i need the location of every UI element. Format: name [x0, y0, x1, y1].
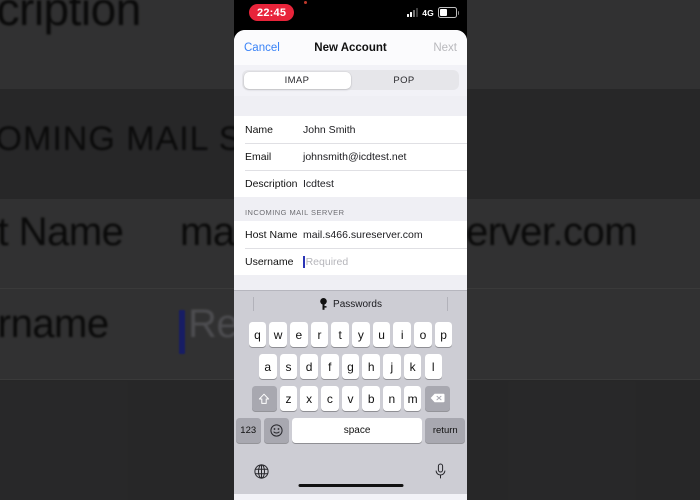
host-name-value[interactable]: mail.s466.sureserver.com — [303, 229, 423, 241]
key-g[interactable]: g — [341, 354, 360, 379]
segment-pop[interactable]: POP — [351, 72, 458, 89]
key-d[interactable]: d — [300, 354, 318, 379]
numbers-key[interactable]: 123 — [235, 418, 261, 443]
screenshot-root: scription Icd COMING MAIL SERVER st Name… — [0, 0, 700, 500]
key-v[interactable]: v — [341, 386, 360, 411]
key-q[interactable]: q — [248, 322, 267, 347]
network-type-label: 4G — [422, 7, 434, 18]
key-p[interactable]: p — [434, 322, 453, 347]
row-host-name[interactable]: Host Name mail.s466.sureserver.com — [234, 221, 467, 248]
incoming-mail-server-group: Host Name mail.s466.sureserver.com Usern… — [234, 221, 467, 275]
key-n[interactable]: n — [383, 386, 401, 411]
backspace-key[interactable] — [424, 386, 450, 411]
virtual-keyboard[interactable]: qwertyuiop asdfghjkl zxcvbnm 123 space r… — [234, 316, 467, 458]
row-email[interactable]: Email johnsmith@icdtest.net — [234, 143, 467, 170]
description-label: Description — [245, 177, 298, 190]
return-key[interactable]: return — [425, 418, 466, 443]
keyboard-bottom-bar — [234, 458, 467, 494]
description-value[interactable]: Icdtest — [303, 178, 334, 190]
key-m[interactable]: m — [403, 386, 422, 411]
key-r[interactable]: r — [310, 322, 329, 347]
page-title: New Account — [314, 41, 387, 54]
key-e[interactable]: e — [290, 322, 308, 347]
name-label: Name — [245, 123, 274, 136]
key-l[interactable]: l — [424, 354, 442, 379]
protocol-segmented-control[interactable]: IMAP POP — [242, 70, 459, 90]
row-name[interactable]: Name John Smith — [234, 116, 467, 143]
key-y[interactable]: y — [352, 322, 370, 347]
key-icon — [319, 298, 328, 310]
recording-time-pill: 22:45 — [249, 4, 295, 21]
name-value[interactable]: John Smith — [303, 124, 356, 136]
home-indicator[interactable] — [298, 483, 403, 487]
spacer-above-account-group — [234, 96, 467, 116]
space-key[interactable]: space — [292, 418, 423, 443]
microphone-icon[interactable] — [434, 463, 447, 480]
row-username[interactable]: Username Required — [234, 248, 467, 275]
key-s[interactable]: s — [279, 354, 298, 379]
username-input[interactable]: Required — [306, 256, 349, 268]
account-details-group: Name John Smith Email johnsmith@icdtest.… — [234, 116, 467, 197]
new-account-sheet: Cancel New Account Next IMAP POP Name Jo… — [234, 30, 467, 500]
key-w[interactable]: w — [269, 322, 287, 347]
key-h[interactable]: h — [362, 354, 380, 379]
key-z[interactable]: z — [279, 386, 298, 411]
key-k[interactable]: k — [403, 354, 422, 379]
camera-indicator-dot — [304, 1, 307, 4]
key-u[interactable]: u — [372, 322, 391, 347]
key-a[interactable]: a — [259, 354, 277, 379]
shift-key[interactable] — [251, 386, 277, 411]
status-bar-right: 4G — [407, 7, 459, 18]
keyboard-row-1[interactable]: qwertyuiop — [234, 322, 467, 347]
spacer-below-incoming-group — [234, 275, 467, 290]
key-t[interactable]: t — [331, 322, 349, 347]
key-o[interactable]: o — [414, 322, 432, 347]
status-bar: 22:45 4G — [234, 0, 467, 30]
email-value[interactable]: johnsmith@icdtest.net — [303, 151, 406, 163]
globe-icon[interactable] — [254, 464, 269, 479]
row-description[interactable]: Description Icdtest — [234, 170, 467, 197]
emoji-icon[interactable] — [263, 418, 289, 443]
email-label: Email — [245, 150, 272, 163]
keyboard-row-2[interactable]: asdfghjkl — [234, 354, 467, 379]
text-cursor — [303, 255, 305, 268]
passwords-autofill-bar[interactable]: Passwords — [234, 290, 467, 317]
key-c[interactable]: c — [321, 386, 339, 411]
incoming-mail-server-header: INCOMING MAIL SERVER — [234, 197, 467, 221]
host-name-label: Host Name — [245, 228, 298, 241]
keyboard-row-4[interactable]: 123 space return — [234, 418, 467, 443]
next-button[interactable]: Next — [433, 42, 457, 54]
username-label: Username — [245, 255, 294, 268]
key-f[interactable]: f — [321, 354, 339, 379]
passwords-label: Passwords — [333, 298, 382, 310]
key-x[interactable]: x — [300, 386, 318, 411]
battery-icon — [438, 7, 459, 18]
key-b[interactable]: b — [362, 386, 380, 411]
key-i[interactable]: i — [393, 322, 411, 347]
cellular-signal-icon — [407, 8, 419, 17]
navigation-bar: Cancel New Account Next — [234, 30, 467, 65]
phone-device: 22:45 4G Cancel New Account Next IMAP PO… — [234, 0, 467, 500]
segment-imap[interactable]: IMAP — [243, 71, 351, 89]
keyboard-row-3[interactable]: zxcvbnm — [234, 386, 467, 411]
key-j[interactable]: j — [383, 354, 401, 379]
